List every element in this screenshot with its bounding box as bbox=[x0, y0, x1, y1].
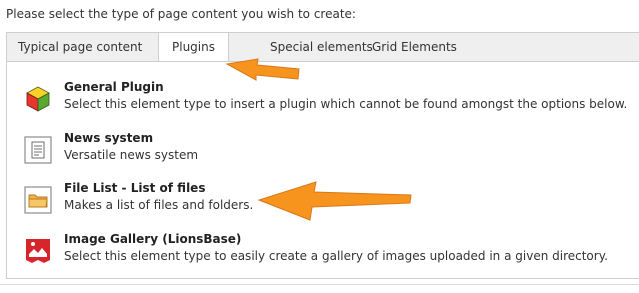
item-title: General Plugin bbox=[64, 80, 164, 94]
tab-grid-elements[interactable]: Grid Elements bbox=[372, 33, 457, 62]
item-title: Image Gallery (LionsBase) bbox=[64, 232, 242, 246]
plugins-panel: General Plugin Select this element type … bbox=[6, 61, 639, 279]
item-news-system[interactable]: News system Versatile news system bbox=[19, 131, 639, 171]
item-description: Makes a list of files and folders. bbox=[64, 198, 254, 212]
item-description: Select this element type to insert a plu… bbox=[64, 97, 628, 111]
item-general-plugin[interactable]: General Plugin Select this element type … bbox=[19, 80, 639, 120]
item-image-gallery[interactable]: Image Gallery (LionsBase) Select this el… bbox=[19, 232, 639, 272]
divider bbox=[0, 284, 639, 285]
item-title: File List - List of files bbox=[64, 181, 206, 195]
gallery-icon bbox=[23, 236, 53, 266]
tab-typical-page-content[interactable]: Typical page content bbox=[18, 33, 142, 62]
item-file-list[interactable]: File List - List of files Makes a list o… bbox=[19, 181, 639, 221]
tab-special-elements[interactable]: Special elements bbox=[270, 33, 373, 62]
intro-text: Please select the type of page content y… bbox=[6, 7, 356, 21]
tab-plugins[interactable]: Plugins bbox=[158, 32, 229, 62]
document-icon bbox=[23, 135, 53, 165]
item-description: Versatile news system bbox=[64, 148, 199, 162]
tab-bar: Typical page content Plugins Special ele… bbox=[6, 32, 639, 62]
cube-icon bbox=[23, 84, 53, 114]
folder-icon bbox=[23, 185, 53, 215]
item-description: Select this element type to easily creat… bbox=[64, 249, 608, 263]
item-title: News system bbox=[64, 131, 154, 145]
